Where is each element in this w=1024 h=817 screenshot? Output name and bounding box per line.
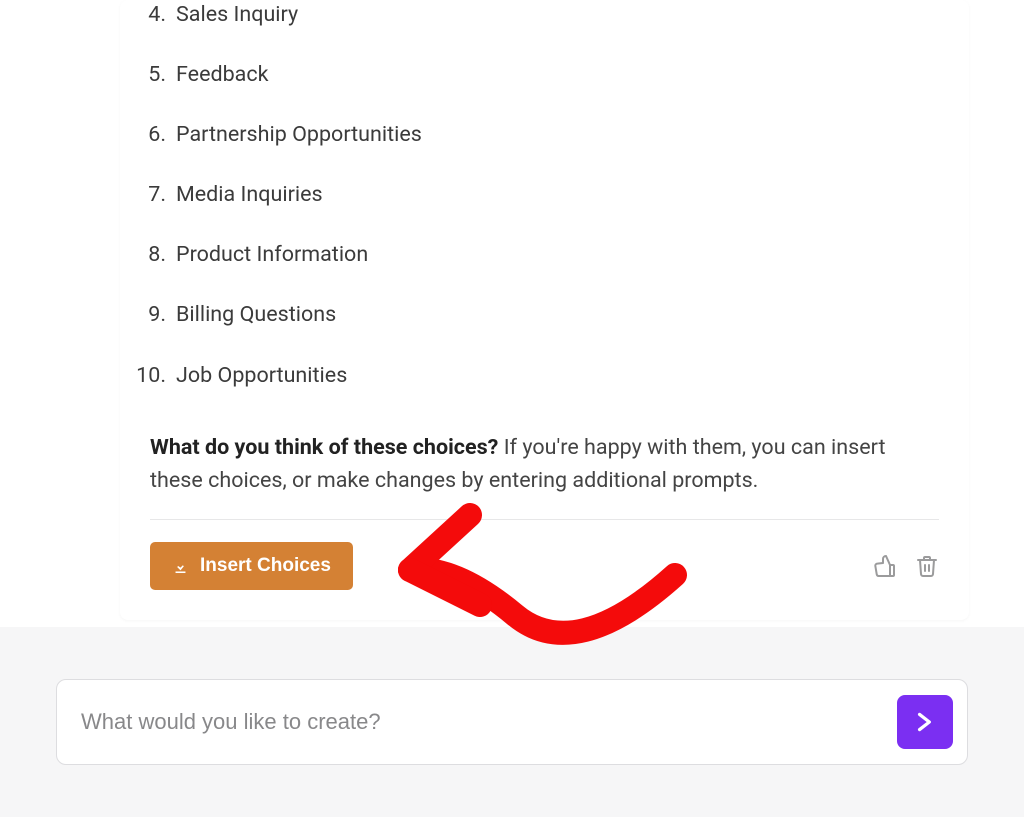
send-icon <box>912 709 938 735</box>
list-item-number: 6. <box>120 120 176 150</box>
prompt-input[interactable] <box>81 709 883 735</box>
choices-list: 4.Sales Inquiry5.Feedback6.Partnership O… <box>120 0 939 391</box>
thumbs-down-button[interactable] <box>873 554 897 578</box>
choices-container: 4.Sales Inquiry5.Feedback6.Partnership O… <box>120 0 969 391</box>
list-item: 5.Feedback <box>120 60 939 90</box>
list-item-number: 9. <box>120 300 176 330</box>
review-prompt: What do you think of these choices? If y… <box>120 431 969 498</box>
prompt-input-bar <box>56 679 968 765</box>
list-item-label: Partnership Opportunities <box>176 120 939 150</box>
list-item: 4.Sales Inquiry <box>120 0 939 30</box>
list-item-label: Feedback <box>176 60 939 90</box>
list-item: 10.Job Opportunities <box>120 361 939 391</box>
list-item-label: Job Opportunities <box>176 361 939 391</box>
insert-choices-label: Insert Choices <box>200 555 331 577</box>
list-item-label: Product Information <box>176 240 939 270</box>
feedback-icons <box>873 554 939 578</box>
insert-choices-button[interactable]: Insert Choices <box>150 542 353 590</box>
list-item-number: 8. <box>120 240 176 270</box>
list-item: 8.Product Information <box>120 240 939 270</box>
download-icon <box>172 558 189 575</box>
message-card: 4.Sales Inquiry5.Feedback6.Partnership O… <box>120 0 969 620</box>
list-item-number: 5. <box>120 60 176 90</box>
send-button[interactable] <box>897 695 953 749</box>
delete-button[interactable] <box>915 554 939 578</box>
action-row: Insert Choices <box>120 520 969 590</box>
list-item-label: Billing Questions <box>176 300 939 330</box>
list-item-number: 10. <box>120 361 176 391</box>
list-item-number: 7. <box>120 180 176 210</box>
review-prompt-question: What do you think of these choices? <box>150 435 498 460</box>
list-item: 6.Partnership Opportunities <box>120 120 939 150</box>
list-item-number: 4. <box>120 0 176 30</box>
list-item-label: Media Inquiries <box>176 180 939 210</box>
list-item: 9.Billing Questions <box>120 300 939 330</box>
list-item: 7.Media Inquiries <box>120 180 939 210</box>
list-item-label: Sales Inquiry <box>176 0 939 30</box>
input-zone <box>0 627 1024 817</box>
